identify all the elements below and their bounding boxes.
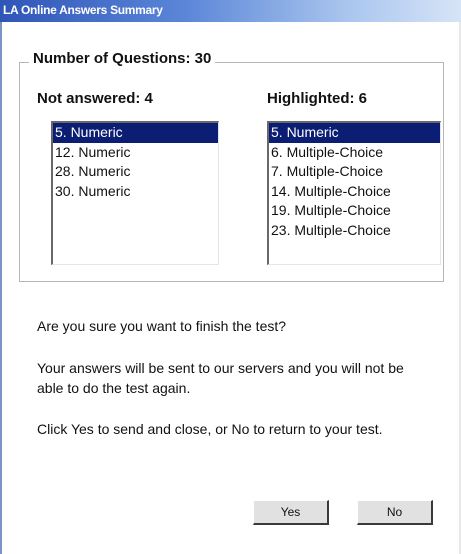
answers-summary-dialog: LA Online Answers Summary Number of Ques… — [0, 0, 461, 554]
submission-warning-text: Your answers will be sent to our servers… — [37, 360, 404, 396]
title-bar[interactable]: LA Online Answers Summary — [0, 0, 461, 22]
list-item[interactable]: 14. Multiple-Choice — [269, 182, 440, 202]
list-item[interactable]: 30. Numeric — [53, 182, 218, 202]
list-item[interactable]: 23. Multiple-Choice — [269, 221, 440, 241]
highlighted-list[interactable]: 5. Numeric 6. Multiple-Choice 7. Multipl… — [267, 121, 441, 265]
yes-button[interactable]: Yes — [253, 500, 329, 525]
list-item[interactable]: 6. Multiple-Choice — [269, 143, 440, 163]
confirm-question-text: Are you sure you want to finish the test… — [37, 318, 287, 334]
window-left-border — [0, 22, 2, 554]
list-item[interactable]: 5. Numeric — [53, 123, 218, 143]
questions-count-title: Number of Questions: 30 — [29, 50, 216, 67]
list-item[interactable]: 7. Multiple-Choice — [269, 162, 440, 182]
highlighted-heading: Highlighted: 6 — [267, 90, 367, 107]
list-item[interactable]: 28. Numeric — [53, 162, 218, 182]
window-title: LA Online Answers Summary — [3, 3, 163, 17]
list-item[interactable]: 19. Multiple-Choice — [269, 201, 440, 221]
list-item[interactable]: 12. Numeric — [53, 143, 218, 163]
not-answered-heading: Not answered: 4 — [37, 90, 153, 107]
instruction-text: Click Yes to send and close, or No to re… — [37, 421, 383, 437]
not-answered-list[interactable]: 5. Numeric 12. Numeric 28. Numeric 30. N… — [51, 121, 219, 265]
no-button[interactable]: No — [357, 500, 433, 525]
list-item[interactable]: 5. Numeric — [269, 123, 440, 143]
